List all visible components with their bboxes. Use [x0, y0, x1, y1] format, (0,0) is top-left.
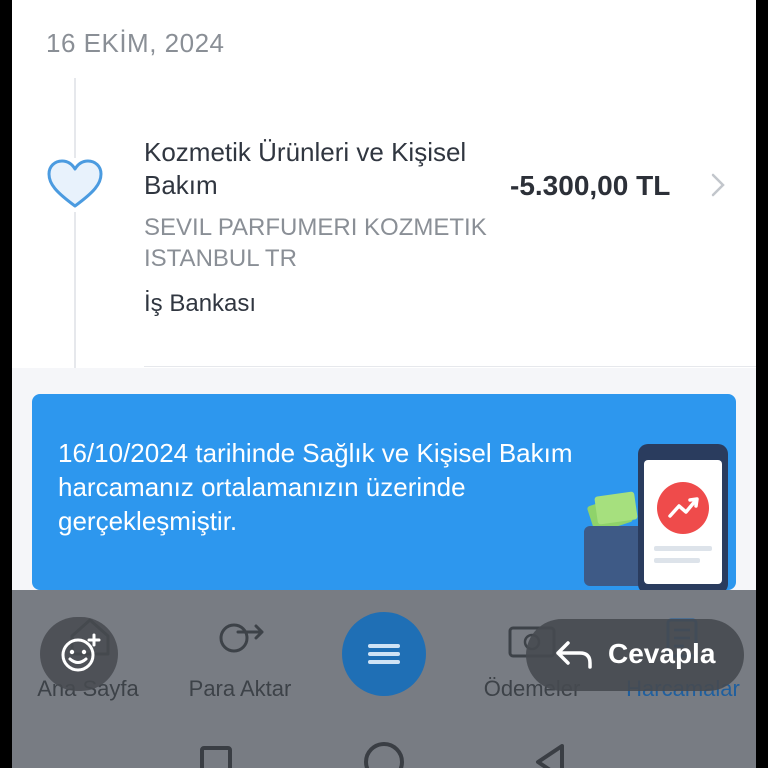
timeline-line	[74, 78, 76, 368]
back-icon[interactable]	[532, 742, 568, 768]
menu-button[interactable]	[342, 612, 426, 696]
emoji-reaction-button[interactable]	[40, 617, 118, 691]
transaction-card[interactable]: 16 EKİM, 2024 Kozmetik Ürünleri ve Kişis…	[12, 0, 756, 368]
reply-label: Cevapla	[608, 638, 716, 669]
reply-button[interactable]: Cevapla	[526, 619, 744, 691]
divider	[144, 366, 756, 367]
menu-icon-line	[368, 660, 400, 664]
transaction-amount: -5.300,00 TL	[510, 170, 671, 201]
recent-apps-icon[interactable]	[200, 746, 232, 768]
reply-arrow-icon	[556, 641, 592, 669]
smiley-plus-icon	[61, 633, 101, 672]
heart-icon	[46, 158, 104, 212]
merchant-name: SEVIL PARFUMERI KOZMETIK ISTANBUL TR	[144, 214, 487, 272]
app-screen: 16 EKİM, 2024 Kozmetik Ürünleri ve Kişis…	[12, 0, 756, 768]
menu-icon-line	[368, 652, 400, 656]
phone-trend-illustration-icon	[582, 440, 732, 590]
tab-transfer-label: Para Aktar	[188, 676, 292, 701]
system-navigation-bar	[12, 730, 756, 768]
date-header: 16 EKİM, 2024	[46, 28, 225, 58]
transaction-title: Kozmetik Ürünleri ve Kişisel Bakım	[144, 137, 467, 200]
left-edge	[0, 0, 12, 768]
home-icon[interactable]	[364, 742, 404, 768]
banner-text: 16/10/2024 tarihinde Sağlık ve Kişisel B…	[58, 438, 573, 536]
tab-transfer[interactable]: Para Aktar	[170, 590, 310, 702]
spending-alert-banner[interactable]: 16/10/2024 tarihinde Sağlık ve Kişisel B…	[32, 394, 736, 590]
chevron-right-icon[interactable]	[710, 172, 726, 198]
menu-icon	[368, 644, 400, 648]
right-edge	[756, 0, 768, 768]
bank-name: İş Bankası	[144, 290, 257, 317]
